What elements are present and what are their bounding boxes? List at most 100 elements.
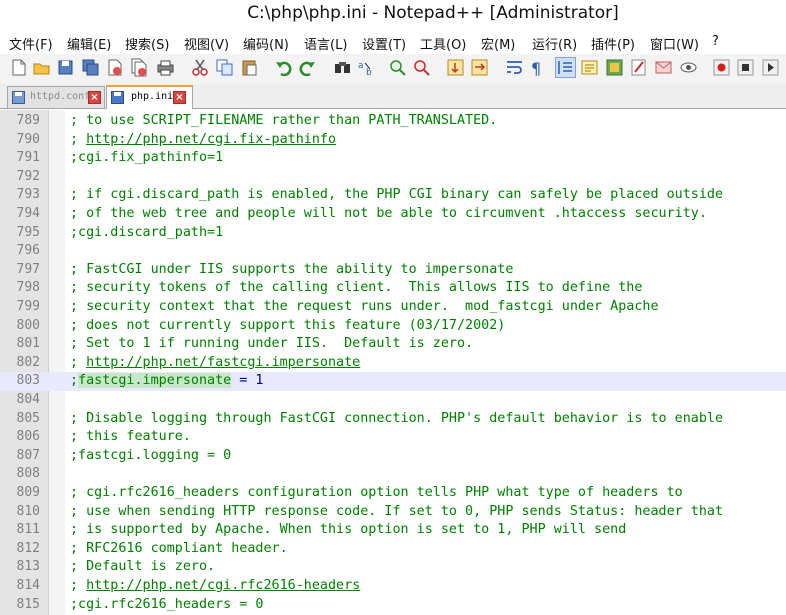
function-list-icon[interactable] [605, 58, 624, 77]
menu-view[interactable]: 视图(V) [184, 34, 229, 53]
menu-language[interactable]: 语言(L) [304, 34, 347, 53]
eye-icon[interactable] [679, 58, 698, 77]
copy-icon[interactable] [215, 58, 234, 77]
code-line[interactable]: 804 [0, 391, 786, 410]
code-text: ;cgi.rfc2616_headers = 0 [70, 596, 264, 612]
code-line[interactable]: 810 ; use when sending HTTP response code… [0, 503, 786, 522]
code-line[interactable]: 791 ;cgi.fix_pathinfo=1 [0, 149, 786, 168]
monitor-icon[interactable] [654, 58, 673, 77]
code-line[interactable]: 809 ; cgi.rfc2616_headers configuration o… [0, 484, 786, 503]
code-text: ;cgi.discard_path=1 [70, 224, 224, 240]
line-number: 809 [16, 485, 40, 500]
stop-macro-icon[interactable] [736, 58, 755, 77]
url-link[interactable]: http://php.net/cgi.rfc2616-headers [86, 578, 360, 593]
code-line[interactable]: 808 [0, 465, 786, 484]
code-text: ;cgi.fix_pathinfo=1 [70, 150, 224, 166]
code-line[interactable]: 789 ; to use SCRIPT_FILENAME rather than … [0, 112, 786, 131]
line-number: 812 [16, 540, 40, 556]
line-number: 801 [16, 336, 40, 352]
code-line[interactable]: 813 ; Default is zero. [0, 558, 786, 577]
code-text: ; cgi.rfc2616_headers configuration opti… [70, 485, 683, 500]
code-line[interactable]: 797 ; FastCGI under IIS supports the abil… [0, 261, 786, 280]
code-line[interactable]: 798 ; security tokens of the calling clie… [0, 279, 786, 298]
code-text: ; use when sending HTTP response code. I… [70, 503, 724, 519]
menu-encoding[interactable]: 编码(N) [243, 34, 289, 53]
close-icon[interactable] [105, 58, 124, 77]
line-number: 802 [16, 354, 40, 370]
line-number: 791 [16, 150, 40, 166]
save-all-icon[interactable] [81, 58, 100, 77]
code-line-current[interactable]: 803 ;fastcgi.impersonate = 1 [0, 372, 786, 391]
url-link[interactable]: http://php.net/fastcgi.impersonate [86, 355, 360, 370]
url-link[interactable]: http://php.net/cgi.fix-pathinfo [86, 132, 336, 147]
code-line[interactable]: 807 ;fastcgi.logging = 0 [0, 447, 786, 466]
menu-run[interactable]: 运行(R) [532, 34, 577, 53]
code-line[interactable]: 801 ; Set to 1 if running under IIS. Defa… [0, 335, 786, 354]
print-icon[interactable] [156, 58, 175, 77]
menu-search[interactable]: 搜索(S) [125, 34, 169, 53]
menu-window[interactable]: 窗口(W) [650, 34, 699, 53]
save-icon[interactable] [56, 58, 75, 77]
tab-httpd-conf[interactable]: httpd.conf × [7, 86, 105, 108]
open-file-icon[interactable] [32, 58, 51, 77]
tab-php-ini[interactable]: php.ini × [106, 85, 193, 109]
new-file-icon[interactable] [9, 58, 28, 77]
line-number: 793 [16, 187, 40, 203]
svg-text:a: a [358, 61, 364, 71]
cut-icon[interactable] [191, 58, 210, 77]
tab-label: php.ini [131, 91, 174, 102]
code-line[interactable]: 811 ; is supported by Apache. When this o… [0, 521, 786, 540]
code-text: ; http://php.net/cgi.rfc2616-headers [70, 578, 361, 593]
code-line[interactable]: 802 ; http://php.net/fastcgi.impersonate [0, 354, 786, 373]
code-line[interactable]: 794 ; of the web tree and people will not… [0, 205, 786, 224]
tab-close-icon[interactable]: × [88, 91, 101, 104]
line-number: 797 [16, 261, 40, 277]
sync-v-icon[interactable] [446, 58, 465, 77]
menu-file[interactable]: 文件(F) [9, 34, 53, 53]
line-number: 796 [16, 243, 40, 259]
editor-pane[interactable]: 789 ; to use SCRIPT_FILENAME rather than … [0, 110, 786, 615]
code-text: ;fastcgi.logging = 0 [70, 447, 232, 463]
file-saved-icon [12, 91, 25, 104]
code-line[interactable]: 815 ;cgi.rfc2616_headers = 0 [0, 596, 786, 615]
menu-edit[interactable]: 编辑(E) [67, 34, 111, 53]
code-line[interactable]: 806 ; this feature. [0, 428, 786, 447]
line-number: 813 [16, 559, 40, 575]
zoom-out-icon[interactable] [412, 58, 431, 77]
redo-icon[interactable] [298, 58, 317, 77]
close-all-icon[interactable] [129, 58, 148, 77]
sync-h-icon[interactable] [470, 58, 489, 77]
find-icon[interactable] [333, 58, 352, 77]
code-line[interactable]: 800 ; does not currently support this fea… [0, 317, 786, 336]
menu-help[interactable]: ? [712, 34, 719, 49]
doc-map-icon[interactable] [580, 58, 599, 77]
code-line[interactable]: 796 [0, 242, 786, 261]
word-wrap-icon[interactable] [505, 58, 524, 77]
code-line[interactable]: 812 ; RFC2616 compliant header. [0, 540, 786, 559]
indent-guide-icon[interactable] [555, 57, 576, 78]
paste-icon[interactable] [240, 58, 259, 77]
search-highlight: fastcgi.impersonate [78, 373, 232, 389]
code-text: ; Disable logging through FastCGI connec… [70, 410, 724, 426]
zoom-in-icon[interactable] [388, 58, 407, 77]
code-line[interactable]: 805 ; Disable logging through FastCGI con… [0, 410, 786, 429]
code-text: ; FastCGI under IIS supports the ability… [70, 261, 514, 277]
tab-close-icon[interactable]: × [173, 91, 186, 104]
code-line[interactable]: 790 ; http://php.net/cgi.fix-pathinfo [0, 131, 786, 150]
record-macro-icon[interactable] [712, 58, 731, 77]
folder-workspace-icon[interactable] [629, 58, 648, 77]
code-line[interactable]: 793 ; if cgi.discard_path is enabled, the… [0, 186, 786, 205]
replace-icon[interactable]: ab [357, 58, 376, 77]
code-line[interactable]: 799 ; security context that the request r… [0, 298, 786, 317]
code-line[interactable]: 792 [0, 168, 786, 187]
menu-settings[interactable]: 设置(T) [362, 34, 406, 53]
menu-macro[interactable]: 宏(M) [481, 34, 515, 53]
show-all-chars-icon[interactable]: ¶ [528, 58, 547, 77]
undo-icon[interactable] [274, 58, 293, 77]
code-text: ; if cgi.discard_path is enabled, the PH… [70, 187, 724, 203]
menu-tools[interactable]: 工具(O) [420, 34, 466, 53]
play-macro-icon[interactable] [761, 58, 780, 77]
code-line[interactable]: 795 ;cgi.discard_path=1 [0, 224, 786, 243]
code-line[interactable]: 814 ; http://php.net/cgi.rfc2616-headers [0, 577, 786, 596]
menu-plugins[interactable]: 插件(P) [591, 34, 635, 53]
